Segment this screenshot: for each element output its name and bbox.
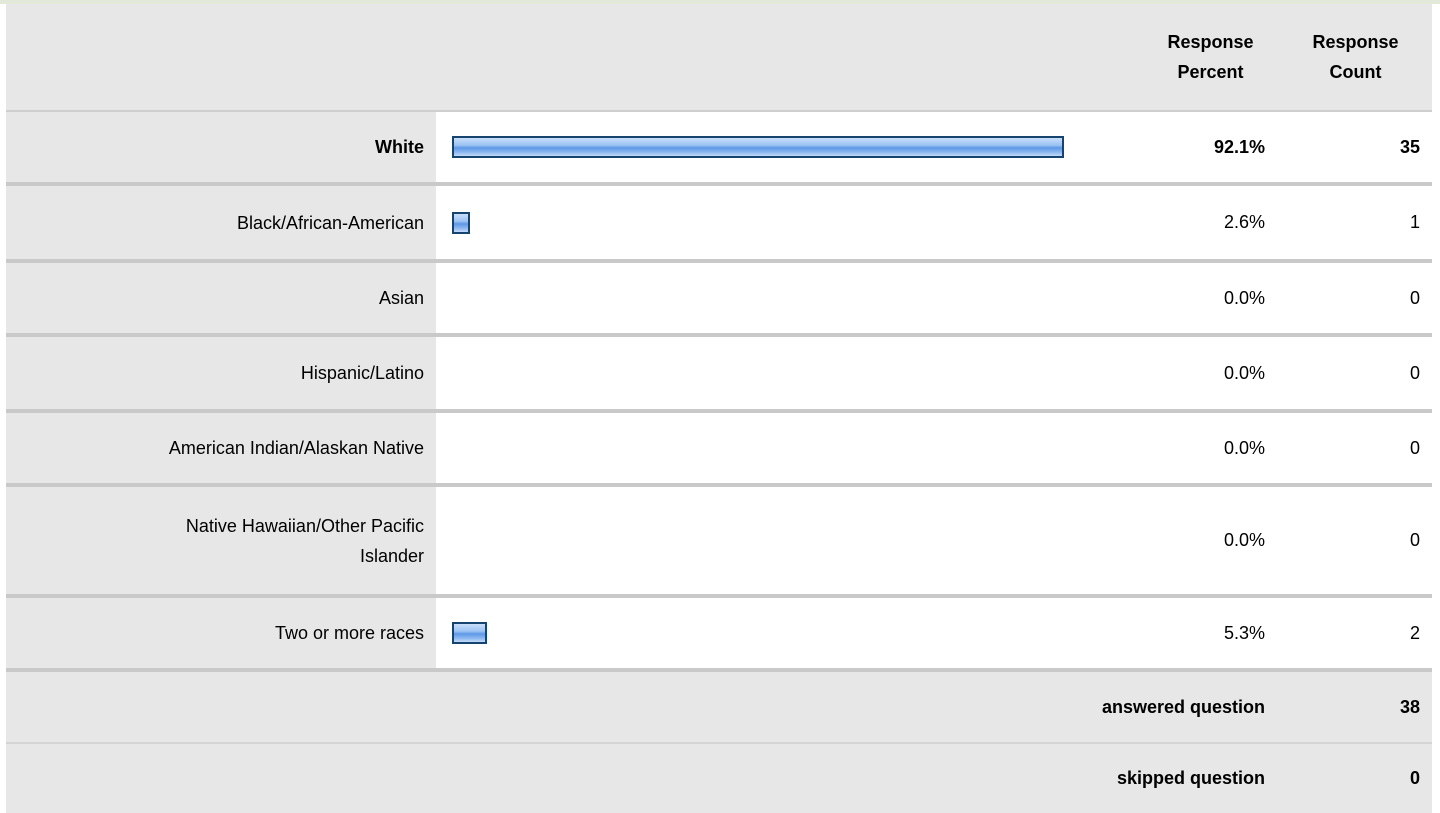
- row-percent: 5.3%: [1132, 598, 1279, 668]
- table-row: Native Hawaiian/Other Pacific Islander 0…: [6, 487, 1432, 594]
- row-label: Black/African-American: [6, 186, 436, 259]
- row-count: 2: [1279, 598, 1432, 668]
- row-label-line2: Islander: [359, 545, 424, 566]
- table-row: Hispanic/Latino 0.0% 0: [6, 337, 1432, 409]
- row-percent: 0.0%: [1132, 263, 1279, 333]
- percent-bar: [452, 211, 470, 234]
- row-label: Native Hawaiian/Other Pacific Islander: [6, 487, 436, 594]
- row-bar-cell: [436, 598, 1132, 668]
- row-count: 1: [1279, 186, 1432, 259]
- row-label: Hispanic/Latino: [6, 337, 436, 409]
- row-percent: 0.0%: [1132, 487, 1279, 594]
- response-count-header: Response Count: [1279, 4, 1432, 110]
- response-percent-header-line1: Response: [1167, 32, 1254, 52]
- row-bar-cell: [436, 337, 1132, 409]
- answered-question-count: 38: [1399, 696, 1420, 717]
- row-bar-cell: [436, 112, 1132, 182]
- row-label: Asian: [6, 263, 436, 333]
- header-blank-label: [6, 4, 436, 110]
- row-percent: 92.1%: [1132, 112, 1279, 182]
- row-bar-cell: [436, 186, 1132, 259]
- table-row: Two or more races 5.3% 2: [6, 598, 1432, 668]
- percent-bar: [452, 622, 487, 644]
- table-header-row: Response Percent Response Count: [6, 4, 1432, 110]
- row-label: Two or more races: [6, 598, 436, 668]
- table-row: American Indian/Alaskan Native 0.0% 0: [6, 413, 1432, 483]
- row-bar-cell: [436, 487, 1132, 594]
- skipped-question-row: skipped question 0: [6, 744, 1432, 813]
- answered-question-label: answered question: [1101, 696, 1265, 717]
- skipped-question-count: 0: [1409, 768, 1420, 788]
- row-percent: 0.0%: [1132, 413, 1279, 483]
- answered-question-row: answered question 38: [6, 672, 1432, 742]
- response-count-header-line2: Count: [1329, 62, 1382, 82]
- response-count-header-line1: Response: [1312, 32, 1399, 52]
- table-row: Black/African-American 2.6% 1: [6, 186, 1432, 259]
- table-row: Asian 0.0% 0: [6, 263, 1432, 333]
- response-percent-header: Response Percent: [1132, 4, 1279, 110]
- row-count: 35: [1279, 112, 1432, 182]
- row-count: 0: [1279, 337, 1432, 409]
- skipped-question-label: skipped question: [1116, 768, 1265, 788]
- table-row: White 92.1% 35: [6, 112, 1432, 182]
- row-count: 0: [1279, 263, 1432, 333]
- row-count: 0: [1279, 487, 1432, 594]
- row-percent: 0.0%: [1132, 337, 1279, 409]
- row-bar-cell: [436, 413, 1132, 483]
- row-bar-cell: [436, 263, 1132, 333]
- row-percent: 2.6%: [1132, 186, 1279, 259]
- row-label: American Indian/Alaskan Native: [6, 413, 436, 483]
- row-label: White: [6, 112, 436, 182]
- row-label-line1: Native Hawaiian/Other Pacific: [185, 515, 424, 536]
- response-percent-header-line2: Percent: [1177, 62, 1244, 82]
- row-count: 0: [1279, 413, 1432, 483]
- percent-bar: [452, 136, 1064, 158]
- header-blank-bar: [436, 4, 1132, 110]
- response-table: Response Percent Response Count White 92…: [6, 4, 1432, 813]
